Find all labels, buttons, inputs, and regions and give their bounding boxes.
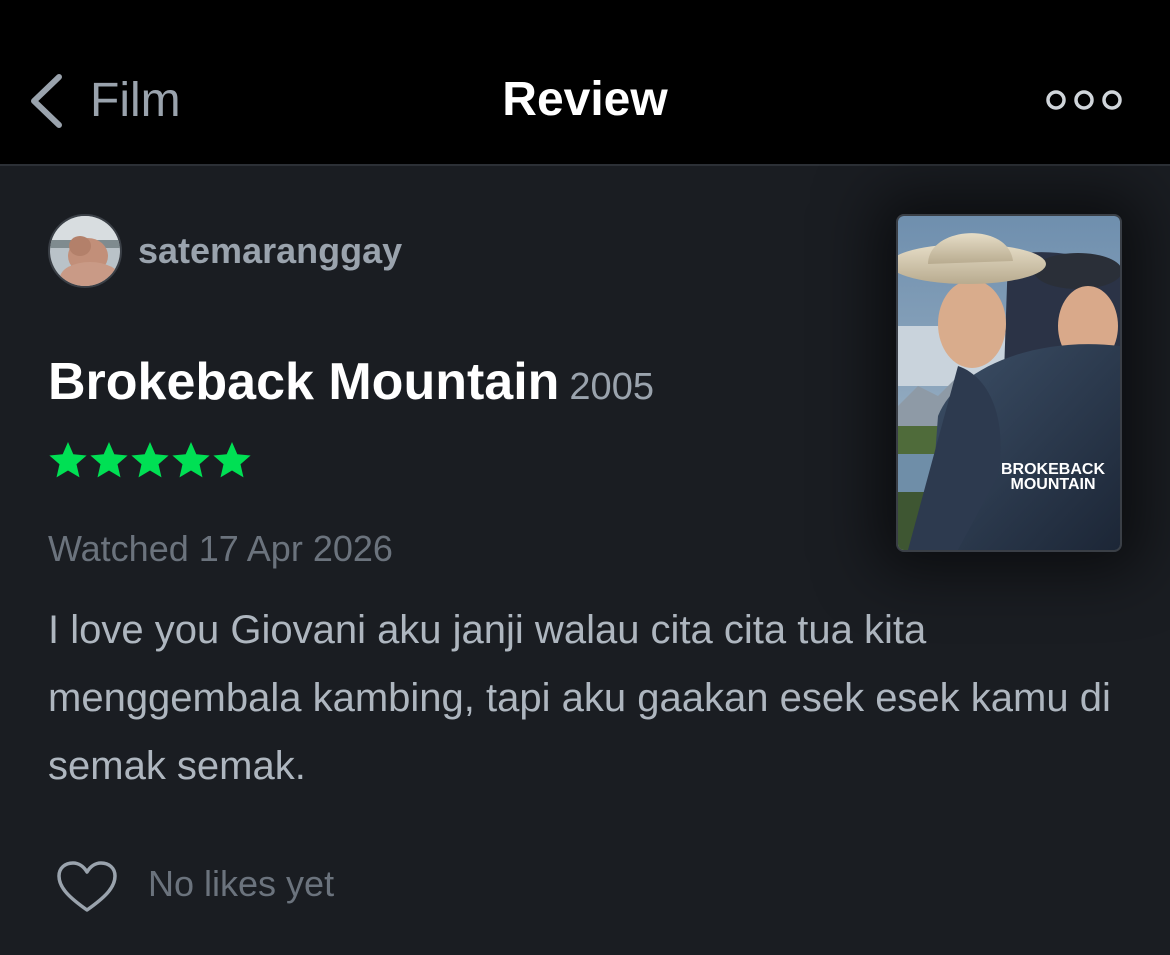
likes-count: No likes yet bbox=[148, 863, 335, 904]
top-nav-bar: Film Review bbox=[0, 0, 1170, 166]
review-body: I love you Giovani aku janji walau cita … bbox=[48, 608, 1111, 788]
username-link[interactable]: satemaranggay bbox=[138, 230, 402, 272]
user-avatar[interactable] bbox=[48, 214, 122, 288]
watched-date: Watched 17 Apr 2026 bbox=[48, 528, 393, 569]
star-icon bbox=[131, 442, 169, 478]
heart-icon[interactable] bbox=[56, 860, 118, 914]
page-title: Review bbox=[502, 73, 668, 126]
review-content: satemaranggay Brokeback Mountain 2005 Wat… bbox=[0, 166, 1170, 955]
film-poster[interactable]: BROKEBACK MOUNTAIN bbox=[896, 214, 1122, 552]
more-options-icon[interactable] bbox=[1046, 88, 1126, 112]
star-icon bbox=[213, 442, 251, 478]
star-icon bbox=[49, 442, 87, 478]
film-year[interactable]: 2005 bbox=[569, 366, 654, 408]
star-icon bbox=[90, 442, 128, 478]
star-icon bbox=[172, 442, 210, 478]
film-title-row: Brokeback Mountain 2005 bbox=[48, 352, 654, 417]
film-title[interactable]: Brokeback Mountain bbox=[48, 353, 559, 411]
star-rating bbox=[48, 440, 253, 480]
poster-title-line2: MOUNTAIN bbox=[1010, 476, 1095, 493]
